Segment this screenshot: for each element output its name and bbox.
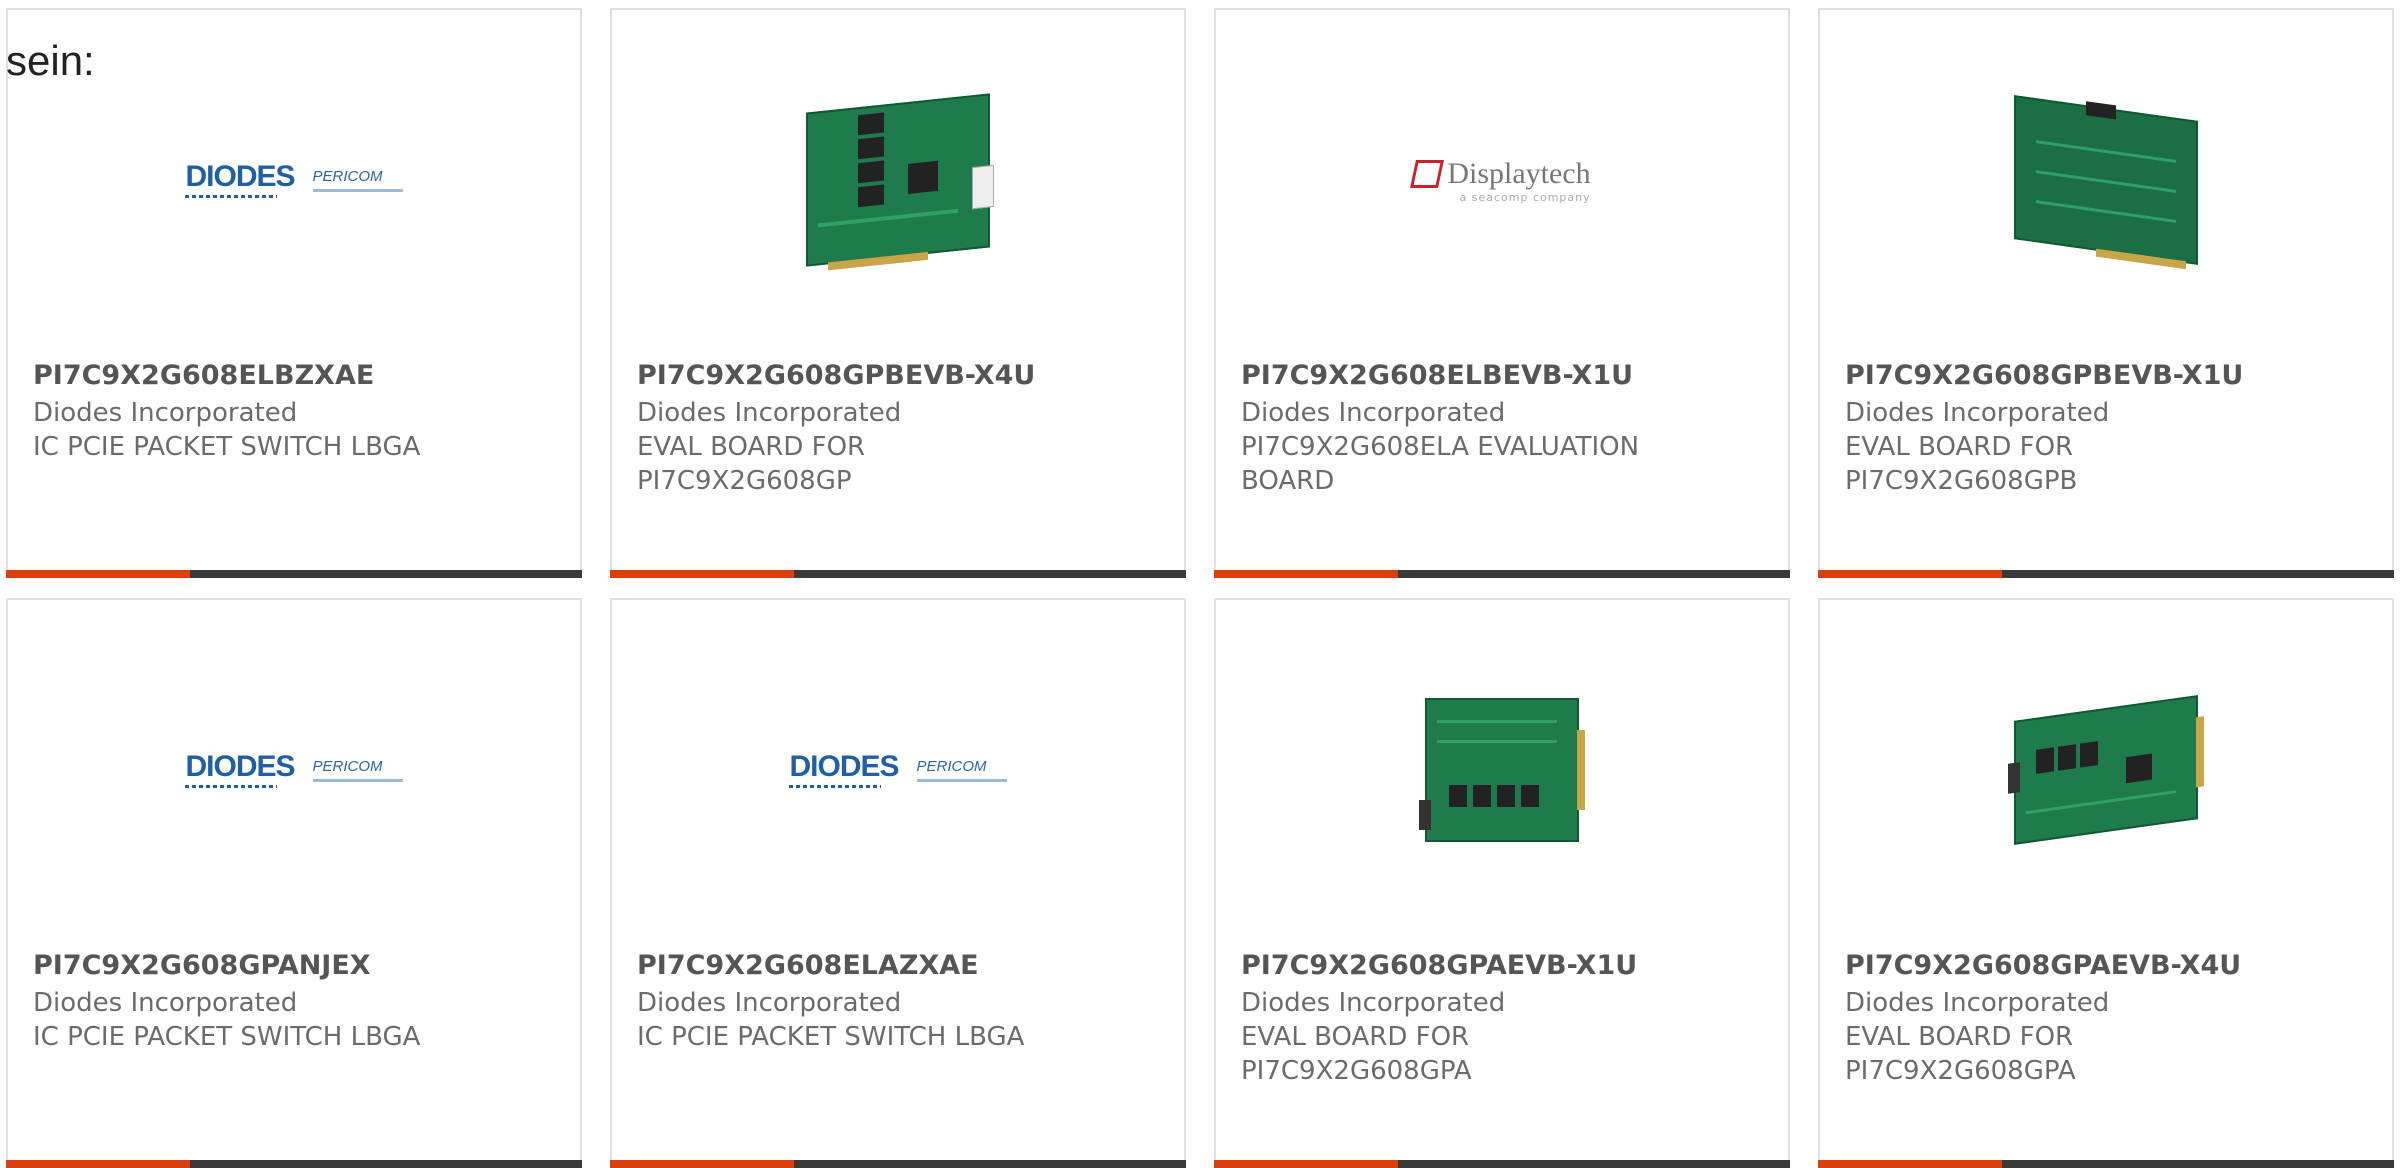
manufacturer: Diodes Incorporated xyxy=(637,988,902,1019)
description: IC PCIE PACKET SWITCH LBGA xyxy=(33,432,421,463)
part-number-link[interactable]: PI7C9X2G608GPANJEX xyxy=(33,950,560,982)
manufacturer: Diodes Incorporated xyxy=(637,398,902,429)
diodes-pericom-logo: DIODES PERICOM xyxy=(185,162,403,198)
manufacturer: Diodes Incorporated xyxy=(33,988,298,1019)
part-number-link[interactable]: PI7C9X2G608GPBEVB-X4U xyxy=(637,360,1164,392)
pcb-board-photo xyxy=(2014,95,2198,270)
description: EVAL BOARD FOR PI7C9X2G608GP xyxy=(637,432,866,497)
card-accent-bar xyxy=(610,570,1186,578)
description: PI7C9X2G608ELA EVALUATION BOARD xyxy=(1241,432,1640,497)
product-card[interactable]: PI7C9X2G608GPBEVB-X1U Diodes Incorporate… xyxy=(1818,8,2394,578)
part-number-link[interactable]: PI7C9X2G608GPAEVB-X1U xyxy=(1241,950,1768,982)
description: EVAL BOARD FOR PI7C9X2G608GPB xyxy=(1845,432,2078,497)
card-accent-bar xyxy=(610,1160,1186,1168)
part-number-link[interactable]: PI7C9X2G608ELBEVB-X1U xyxy=(1241,360,1768,392)
part-number-link[interactable]: PI7C9X2G608ELBZXAE xyxy=(33,360,560,392)
product-image: DIODES PERICOM xyxy=(612,620,1184,920)
product-card[interactable]: PI7C9X2G608GPAEVB-X4U Diodes Incorporate… xyxy=(1818,598,2394,1168)
product-card[interactable]: PI7C9X2G608GPBEVB-X4U Diodes Incorporate… xyxy=(610,8,1186,578)
part-number-link[interactable]: PI7C9X2G608GPBEVB-X1U xyxy=(1845,360,2372,392)
description: EVAL BOARD FOR PI7C9X2G608GPA xyxy=(1845,1022,2076,1087)
card-accent-bar xyxy=(1818,570,2394,578)
description: IC PCIE PACKET SWITCH LBGA xyxy=(33,1022,421,1053)
card-accent-bar xyxy=(6,1160,582,1168)
card-accent-bar xyxy=(1214,1160,1790,1168)
card-accent-bar xyxy=(6,570,582,578)
intro-text: sein: xyxy=(6,37,95,84)
diodes-pericom-logo: DIODES PERICOM xyxy=(789,752,1007,788)
product-card[interactable]: DIODES PERICOM PI7C9X2G608ELAZXAE Diodes… xyxy=(610,598,1186,1168)
manufacturer: Diodes Incorporated xyxy=(1241,398,1506,429)
product-card[interactable]: PI7C9X2G608GPAEVB-X1U Diodes Incorporate… xyxy=(1214,598,1790,1168)
pcb-board-photo xyxy=(806,93,994,271)
product-image xyxy=(1820,30,2392,330)
manufacturer: Diodes Incorporated xyxy=(1845,988,2110,1019)
part-number-link[interactable]: PI7C9X2G608ELAZXAE xyxy=(637,950,1164,982)
product-image xyxy=(1820,620,2392,920)
product-image xyxy=(1216,620,1788,920)
card-accent-bar xyxy=(1214,570,1790,578)
description: EVAL BOARD FOR PI7C9X2G608GPA xyxy=(1241,1022,1472,1087)
manufacturer: Diodes Incorporated xyxy=(1241,988,1506,1019)
displaytech-logo: Displaytech a seacomp company xyxy=(1410,157,1591,204)
description: IC PCIE PACKET SWITCH LBGA xyxy=(637,1022,1025,1053)
pcb-board-photo xyxy=(2008,695,2204,845)
manufacturer: Diodes Incorporated xyxy=(1845,398,2110,429)
part-number-link[interactable]: PI7C9X2G608GPAEVB-X4U xyxy=(1845,950,2372,982)
product-image: Displaytech a seacomp company xyxy=(1216,30,1788,330)
product-card[interactable]: Displaytech a seacomp company PI7C9X2G60… xyxy=(1214,8,1790,578)
product-image xyxy=(612,30,1184,330)
manufacturer: Diodes Incorporated xyxy=(33,398,298,429)
product-image: DIODES PERICOM xyxy=(8,620,580,920)
product-card[interactable]: DIODES PERICOM PI7C9X2G608ELBZXAE Diodes… xyxy=(6,8,582,578)
card-accent-bar xyxy=(1818,1160,2394,1168)
pcb-board-photo xyxy=(1419,698,1585,842)
diodes-pericom-logo: DIODES PERICOM xyxy=(185,752,403,788)
product-card[interactable]: DIODES PERICOM PI7C9X2G608GPANJEX Diodes… xyxy=(6,598,582,1168)
